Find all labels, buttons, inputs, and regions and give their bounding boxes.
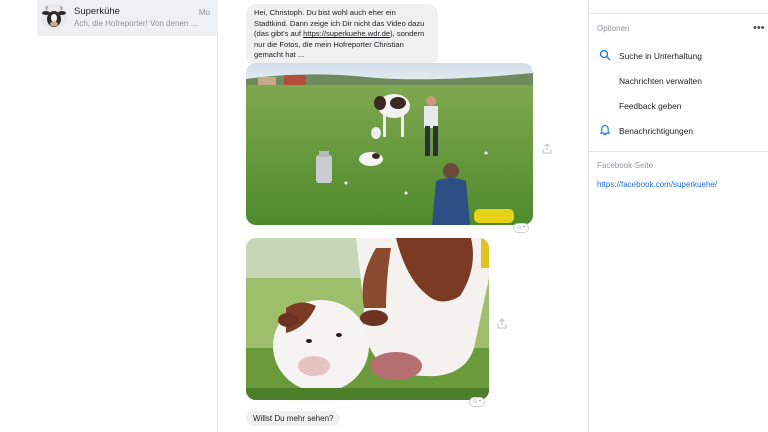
message-link[interactable]: https://superkuehe.wdr.de bbox=[303, 29, 390, 38]
option-label: Suche in Unterhaltung bbox=[619, 51, 702, 61]
photo-cow-calf[interactable] bbox=[246, 238, 489, 400]
conversation-item[interactable]: Superkühe Mo Ach, die Hofreporter! Von d… bbox=[37, 0, 218, 36]
option-notifications[interactable]: Benachrichtigungen bbox=[597, 124, 767, 140]
facebook-page-link[interactable]: https://facebook.com/superkuehe/ bbox=[597, 180, 717, 189]
share-icon[interactable] bbox=[541, 143, 553, 155]
divider bbox=[589, 13, 768, 14]
conversation-preview: Ach, die Hofreporter! Von denen hab... bbox=[74, 19, 199, 28]
messenger-window: Superkühe Mo Ach, die Hofreporter! Von d… bbox=[0, 0, 768, 432]
option-label: Feedback geben bbox=[619, 101, 682, 111]
option-manage-messages[interactable]: Nachrichten verwalten bbox=[597, 74, 767, 90]
share-icon[interactable] bbox=[496, 318, 508, 330]
conversation-time: Mo bbox=[198, 8, 210, 17]
photo-farm-field[interactable] bbox=[246, 63, 533, 225]
message-text: Willst Du mehr sehen? bbox=[253, 414, 334, 423]
option-label: Nachrichten verwalten bbox=[619, 76, 702, 86]
bell-icon bbox=[599, 124, 611, 136]
message-bubble: Hei, Christoph. Du bist wohl auch eher e… bbox=[246, 4, 438, 65]
option-label: Benachrichtigungen bbox=[619, 126, 694, 136]
avatar bbox=[41, 4, 67, 30]
conversation-name: Superkühe bbox=[74, 6, 120, 17]
message-bubble: Willst Du mehr sehen? bbox=[246, 411, 341, 426]
search-icon bbox=[599, 49, 611, 61]
chat-area: Hei, Christoph. Du bist wohl auch eher e… bbox=[219, 0, 587, 432]
more-icon[interactable]: ••• bbox=[753, 22, 765, 34]
option-search[interactable]: Suche in Unterhaltung bbox=[597, 49, 767, 65]
reaction-icon[interactable]: ☺+ bbox=[469, 397, 485, 407]
options-title: Optionen bbox=[597, 24, 630, 33]
divider bbox=[589, 151, 768, 152]
reaction-icon[interactable]: ☺+ bbox=[513, 223, 529, 233]
facebook-page-title: Facebook-Seite bbox=[597, 161, 654, 170]
conversation-list: Superkühe Mo Ach, die Hofreporter! Von d… bbox=[0, 0, 218, 432]
option-feedback[interactable]: Feedback geben bbox=[597, 99, 767, 115]
details-panel: Optionen ••• Suche in Unterhaltung Nachr… bbox=[588, 0, 768, 432]
